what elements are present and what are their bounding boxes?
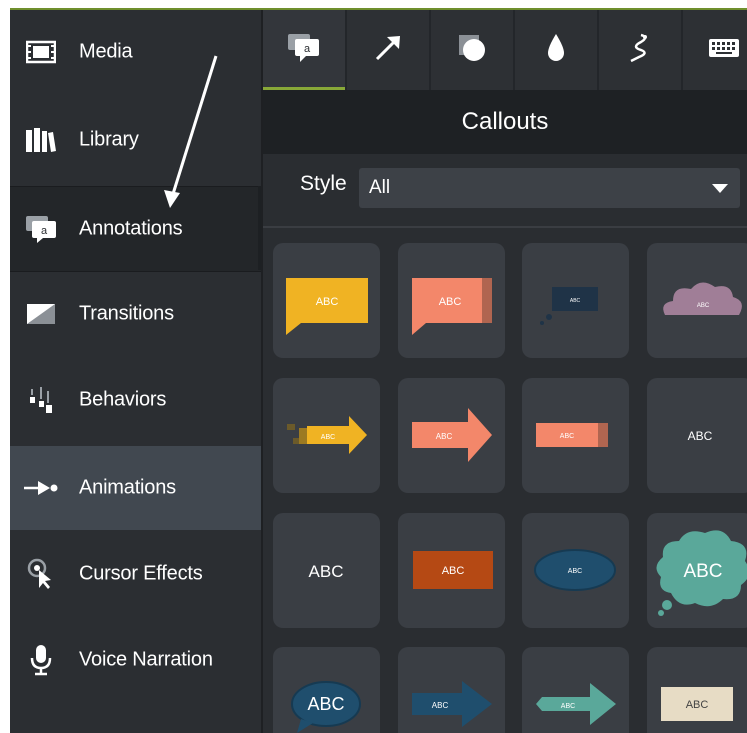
pointer-arrow-icon — [164, 55, 218, 208]
annotations-app: Media Library a Annotations Transitions … — [10, 10, 747, 733]
